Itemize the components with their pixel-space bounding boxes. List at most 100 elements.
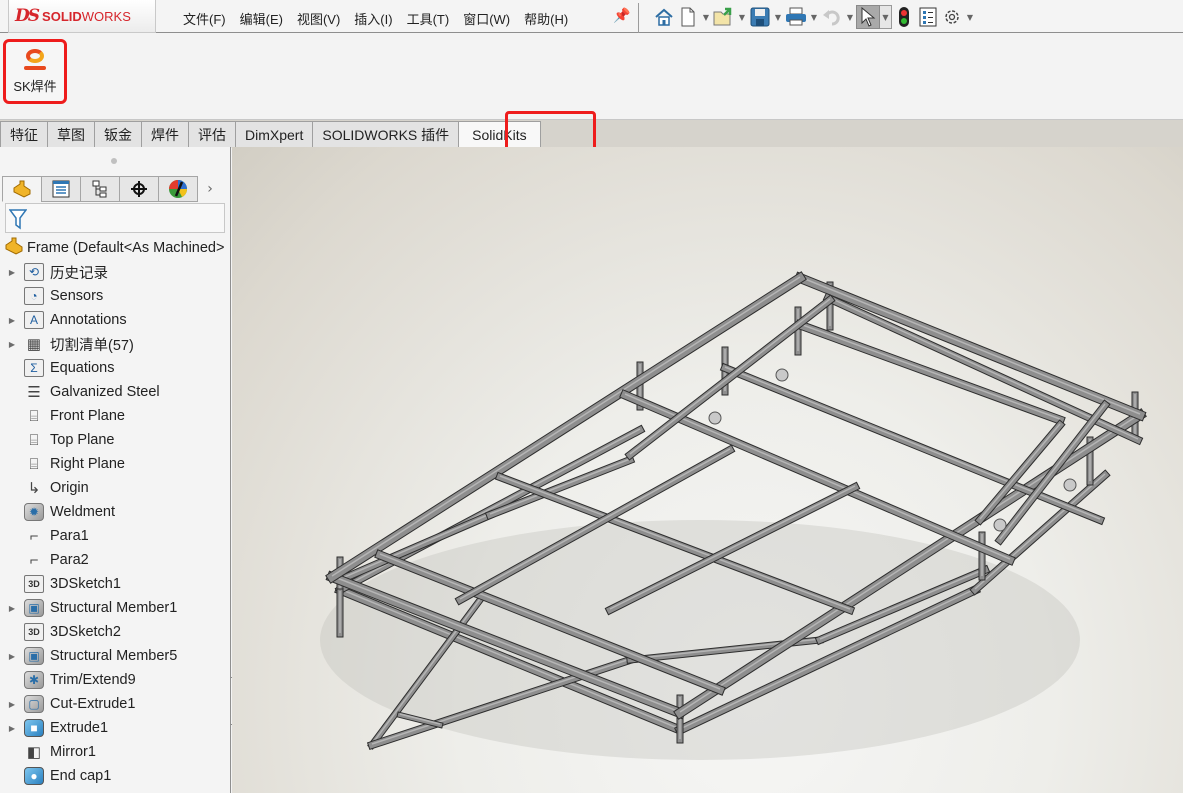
- tree-item[interactable]: ✱ Trim/Extend9: [0, 668, 230, 692]
- new-document-icon[interactable]: [676, 5, 700, 29]
- title-bar: DS SOLID WORKS 文件(F) 编辑(E) 视图(V) 插入(I) 工具…: [0, 0, 1183, 33]
- tree-root-label: Frame (Default<As Machined>: [27, 239, 225, 256]
- print-icon[interactable]: [784, 5, 808, 29]
- menu-help[interactable]: 帮助(H): [517, 7, 575, 30]
- tab-weldments[interactable]: 焊件: [141, 121, 189, 148]
- tree-item[interactable]: ✹ Weldment: [0, 500, 230, 524]
- structural-member-icon: ▣: [24, 647, 44, 665]
- structural-member-icon: ▣: [24, 599, 44, 617]
- tree-item[interactable]: ⌸ Top Plane: [0, 428, 230, 452]
- tree-item[interactable]: ▶ ⟲ 历史记录: [0, 260, 230, 284]
- tree-item[interactable]: ◔ Sensors: [0, 284, 230, 308]
- undo-dropdown-icon[interactable]: ▼: [844, 5, 856, 29]
- tree-item[interactable]: 3D 3DSketch1: [0, 572, 230, 596]
- tree-item-label: Mirror1: [50, 744, 96, 760]
- options-icon[interactable]: [940, 5, 964, 29]
- save-dropdown-icon[interactable]: ▼: [772, 5, 784, 29]
- panel-grip-handle[interactable]: [111, 158, 117, 164]
- tree-item[interactable]: ▶ ■ Extrude1: [0, 716, 230, 740]
- menu-window[interactable]: 窗口(W): [456, 7, 517, 30]
- print-dropdown-icon[interactable]: ▼: [808, 5, 820, 29]
- tab-solidworks-addins[interactable]: SOLIDWORKS 插件: [312, 121, 460, 148]
- sensors-folder-icon: ◔: [24, 287, 44, 305]
- tab-solidkits[interactable]: SolidKits: [458, 121, 541, 148]
- ds-logo-mark: DS: [15, 6, 40, 26]
- extrude-icon: ■: [24, 719, 44, 737]
- tab-dimxpert[interactable]: DimXpert: [235, 121, 314, 148]
- expand-arrow-icon[interactable]: ▶: [0, 268, 24, 277]
- tab-sheet-metal[interactable]: 钣金: [94, 121, 142, 148]
- expand-arrow-icon[interactable]: ▶: [0, 652, 24, 661]
- menu-file[interactable]: 文件(F): [176, 7, 233, 30]
- graphics-area[interactable]: [232, 147, 1183, 793]
- tree-item[interactable]: Σ Equations: [0, 356, 230, 380]
- expand-arrow-icon[interactable]: ▶: [0, 340, 24, 349]
- options-dropdown-icon[interactable]: ▼: [964, 5, 976, 29]
- menu-insert[interactable]: 插入(I): [347, 7, 399, 30]
- cut-extrude-icon: ▢: [24, 695, 44, 713]
- tree-item[interactable]: ▶ ▦ 切割清单(57): [0, 332, 230, 356]
- solidworks-logo[interactable]: DS SOLID WORKS: [8, 0, 156, 33]
- axle-mount[interactable]: [708, 411, 722, 425]
- tree-item[interactable]: ● End cap1: [0, 764, 230, 788]
- dimxpertmanager-tab[interactable]: [119, 176, 159, 202]
- tree-item[interactable]: ◧ Mirror1: [0, 740, 230, 764]
- tree-item[interactable]: ⌸ Front Plane: [0, 404, 230, 428]
- tree-item[interactable]: ⌸ Right Plane: [0, 452, 230, 476]
- 3d-sketch-icon: 3D: [24, 575, 44, 593]
- undo-icon[interactable]: [820, 5, 844, 29]
- quick-access-toolbar: ▼ ▼ ▼ ▼ ▼ ▼ ▼: [652, 4, 976, 30]
- tree-filter-box[interactable]: [5, 203, 225, 233]
- tree-item[interactable]: 3D 3DSketch2: [0, 620, 230, 644]
- tab-evaluate[interactable]: 评估: [188, 121, 236, 148]
- pin-menu-icon[interactable]: 📌: [613, 8, 630, 24]
- axle-mount[interactable]: [993, 518, 1007, 532]
- rebuild-icon[interactable]: [892, 5, 916, 29]
- tree-item[interactable]: ▶ ▢ Cut-Extrude1: [0, 692, 230, 716]
- tree-item[interactable]: ▶ ▣ Structural Member1: [0, 596, 230, 620]
- displaymanager-tab[interactable]: [158, 176, 198, 202]
- menu-edit[interactable]: 编辑(E): [233, 7, 290, 30]
- more-tabs-chevron-icon[interactable]: ›: [197, 176, 223, 202]
- plane-icon: ⌸: [29, 455, 39, 473]
- solidkits-logo-icon: [24, 48, 46, 70]
- tab-sketch[interactable]: 草图: [47, 121, 95, 148]
- expand-arrow-icon[interactable]: ▶: [0, 700, 24, 709]
- tree-item-label: Annotations: [50, 312, 127, 328]
- open-icon[interactable]: [712, 5, 736, 29]
- tree-root-part[interactable]: Frame (Default<As Machined>: [4, 237, 230, 258]
- expand-arrow-icon[interactable]: ▶: [0, 604, 24, 613]
- filter-icon[interactable]: [8, 208, 28, 234]
- tree-item-label: Cut-Extrude1: [50, 696, 136, 712]
- trailer-frame-model[interactable]: [232, 147, 1183, 793]
- select-dropdown-icon[interactable]: ▼: [880, 5, 892, 29]
- menu-tools[interactable]: 工具(T): [400, 7, 457, 30]
- open-dropdown-icon[interactable]: ▼: [736, 5, 748, 29]
- home-icon[interactable]: [652, 5, 676, 29]
- origin-icon: ↳: [27, 480, 41, 497]
- select-icon[interactable]: [856, 5, 880, 29]
- expand-arrow-icon[interactable]: ▶: [0, 316, 24, 325]
- tree-item-label: 3DSketch1: [50, 576, 121, 592]
- tab-features[interactable]: 特征: [0, 121, 48, 148]
- tree-item[interactable]: ☰ Galvanized Steel: [0, 380, 230, 404]
- expand-arrow-icon[interactable]: ▶: [0, 724, 24, 733]
- axle-mount[interactable]: [1063, 478, 1077, 492]
- propertymanager-tab[interactable]: [41, 176, 81, 202]
- tree-item[interactable]: ⌐ Para2: [0, 548, 230, 572]
- menu-view[interactable]: 视图(V): [290, 7, 347, 30]
- save-icon[interactable]: [748, 5, 772, 29]
- configurationmanager-tab[interactable]: [80, 176, 120, 202]
- tree-item[interactable]: ▶ A Annotations: [0, 308, 230, 332]
- mirror-icon: ◧: [26, 744, 42, 761]
- file-properties-icon[interactable]: [916, 5, 940, 29]
- divider: [638, 3, 639, 33]
- new-dropdown-icon[interactable]: ▼: [700, 5, 712, 29]
- tree-item[interactable]: ⌐ Para1: [0, 524, 230, 548]
- cut-list-icon: ▦: [26, 336, 42, 353]
- tree-item[interactable]: ▶ ▣ Structural Member5: [0, 644, 230, 668]
- featuremanager-tab[interactable]: [2, 176, 42, 202]
- tree-item[interactable]: ↳ Origin: [0, 476, 230, 500]
- axle-mount[interactable]: [775, 368, 789, 382]
- sk-weldment-button[interactable]: SK焊件: [3, 39, 67, 104]
